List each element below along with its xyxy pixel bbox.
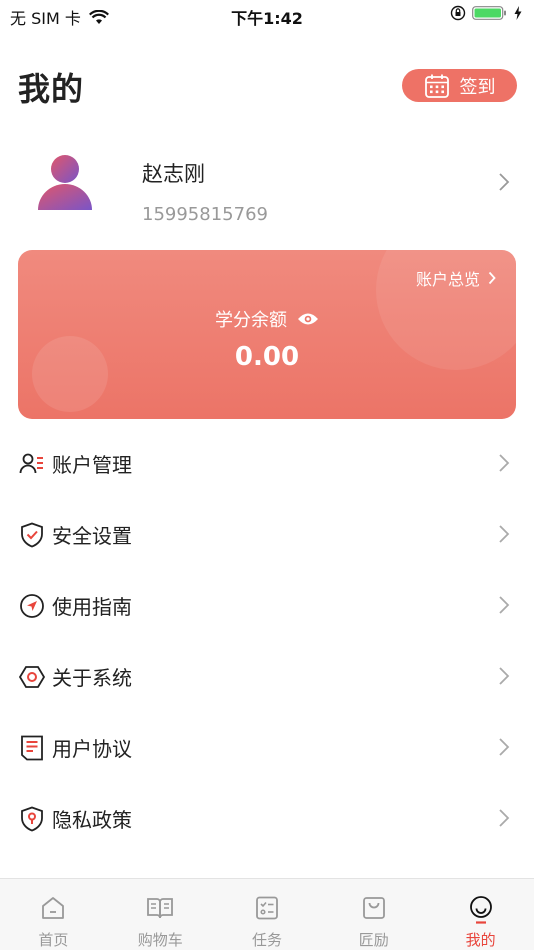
document-icon	[21, 735, 43, 761]
menu-label: 关于系统	[52, 666, 132, 690]
menu-item-user-guide[interactable]: 使用指南	[0, 570, 534, 641]
orientation-lock-icon	[450, 5, 466, 21]
menu-label: 安全设置	[52, 524, 132, 548]
tab-tasks[interactable]: 任务	[214, 879, 321, 950]
account-overview-link[interactable]: 账户总览	[416, 266, 496, 290]
menu-item-privacy-policy[interactable]: 隐私政策	[0, 783, 534, 854]
tab-home[interactable]: 首页	[0, 879, 107, 950]
balance-value: 0.00	[234, 342, 300, 372]
tab-rewards[interactable]: 匠励	[320, 879, 427, 950]
tab-label: 匠励	[358, 931, 389, 949]
tab-bar: 首页 购物车 任务 匠励 我的	[0, 878, 534, 950]
tab-cart[interactable]: 购物车	[107, 879, 214, 950]
smile-icon	[469, 896, 492, 924]
user-phone: 15995815769	[142, 204, 268, 225]
account-overview-label: 账户总览	[415, 270, 480, 289]
chevron-right-icon	[499, 454, 510, 472]
menu-item-account-management[interactable]: 账户管理	[0, 428, 534, 499]
chevron-right-icon	[488, 271, 496, 285]
user-name: 赵志刚	[142, 162, 205, 186]
menu-item-security-settings[interactable]: 安全设置	[0, 499, 534, 570]
chevron-right-icon	[499, 596, 510, 614]
tab-mine[interactable]: 我的	[427, 879, 534, 950]
menu-label: 隐私政策	[52, 808, 132, 832]
shield-pin-icon	[21, 806, 43, 832]
chevron-right-icon	[499, 738, 510, 756]
eye-icon[interactable]	[297, 312, 319, 326]
tab-label: 任务	[251, 931, 282, 949]
compass-icon	[20, 594, 44, 618]
status-right	[450, 5, 522, 21]
menu-list: 账户管理 安全设置 使用指南 关于系统 用户协议 隐私政策	[0, 428, 534, 854]
page-title: 我的	[18, 70, 85, 108]
balance-card: 账户总览 学分余额 0.00	[18, 250, 516, 419]
hexagon-icon	[18, 666, 46, 688]
menu-item-about-system[interactable]: 关于系统	[0, 641, 534, 712]
balance-label: 学分余额	[215, 310, 287, 331]
menu-label: 用户协议	[52, 737, 132, 761]
book-icon	[147, 898, 174, 919]
tab-label: 首页	[38, 931, 69, 949]
chevron-right-icon	[499, 667, 510, 685]
chevron-right-icon	[499, 525, 510, 543]
chevron-right-icon	[499, 809, 510, 827]
chevron-right-icon	[499, 173, 510, 191]
menu-label: 使用指南	[52, 595, 132, 619]
bag-icon	[362, 897, 385, 919]
charging-icon	[514, 6, 522, 20]
checklist-icon	[256, 896, 278, 920]
status-bar: 无 SIM 卡 下午1:42	[0, 0, 534, 30]
account-manage-icon	[19, 453, 43, 474]
tab-label: 购物车	[137, 931, 183, 949]
avatar	[38, 155, 92, 210]
menu-label: 账户管理	[52, 453, 132, 477]
tab-label: 我的	[465, 931, 496, 949]
shield-check-icon	[21, 522, 43, 548]
balance-label-row: 学分余额	[18, 306, 516, 332]
sign-in-label: 签到	[459, 76, 496, 98]
menu-item-user-agreement[interactable]: 用户协议	[0, 712, 534, 783]
battery-icon	[472, 6, 506, 20]
home-icon	[42, 897, 65, 919]
calendar-icon	[424, 74, 449, 98]
sign-in-button[interactable]: 签到	[402, 69, 517, 102]
profile-row[interactable]: 赵志刚 15995815769	[0, 130, 534, 240]
